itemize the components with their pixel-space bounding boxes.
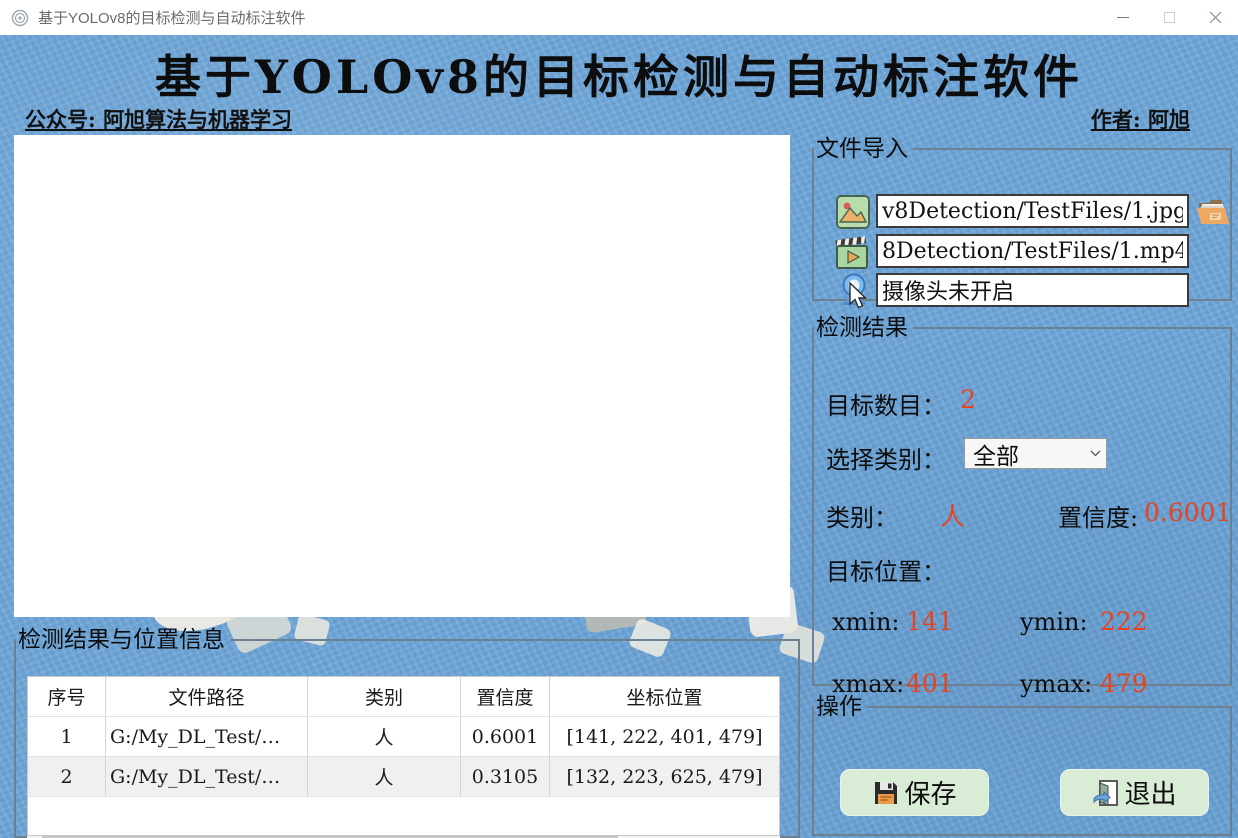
image-path-input[interactable] [876,194,1189,229]
minimize-icon [1117,17,1129,18]
ymin-label: ymin: [1020,608,1088,637]
cell-index: 1 [28,717,106,757]
save-icon [875,781,898,804]
ymin-value: 222 [1100,607,1148,637]
page-title: 基于YOLOv8的目标检测与自动标注软件 [154,50,1084,104]
cell-confidence: 0.3105 [461,757,550,797]
column-header[interactable]: 文件路径 [106,677,308,717]
column-header[interactable]: 置信度 [461,677,550,717]
table-row[interactable]: 2 G:/My_DL_Test/… 人 0.3105 [132, 223, 62… [28,757,779,798]
title-bar: 基于YOLOv8的目标检测与自动标注软件 [0,0,1238,35]
cell-confidence: 0.6001 [461,717,550,757]
results-table-title: 检测结果与位置信息 [18,627,225,653]
exit-button[interactable]: 退出 [1060,769,1209,817]
results-table-group: 检测结果与位置信息 序号 文件路径 类别 置信度 坐标位置 1 G:/My_DL… [14,628,800,838]
video-path-input[interactable] [876,234,1189,269]
maximize-icon [1163,12,1175,23]
file-import-title: 文件导入 [816,136,908,162]
save-button-label: 保存 [904,780,957,811]
class-selected-value: 全部 [973,443,1019,470]
class-value: 人 [940,502,966,532]
app-icon [11,9,29,26]
xmin-label: xmin: [832,608,900,637]
table-row[interactable]: 1 G:/My_DL_Test/… 人 0.6001 [141, 222, 40… [28,717,779,758]
column-header[interactable]: 类别 [308,677,461,717]
folder-icon [1197,200,1229,225]
ymax-value: 479 [1100,669,1148,699]
video-file-icon[interactable] [833,235,871,271]
table-header-row: 序号 文件路径 类别 置信度 坐标位置 [28,677,779,718]
cell-coordinates: [141, 222, 401, 479] [566,725,763,748]
target-count-value: 2 [960,385,976,415]
maximize-button[interactable] [1146,0,1192,35]
class-select-label: 选择类别： [826,446,946,475]
cell-filepath: G:/My_DL_Test/… [106,757,308,797]
official-account-link[interactable]: 公众号: 阿旭算法与机器学习 [25,104,292,134]
close-button[interactable] [1192,0,1238,35]
class-label: 类别： [826,504,898,533]
column-header[interactable]: 坐标位置 [550,677,779,716]
column-header[interactable]: 序号 [28,677,106,717]
cell-coordinates: [132, 223, 625, 479] [566,765,763,788]
exit-button-label: 退出 [1124,780,1177,811]
confidence-value: 0.6001 [1144,498,1232,528]
detection-results-title: 检测结果 [816,315,908,341]
target-count-label: 目标数目： [826,392,946,421]
exit-icon [1093,779,1119,806]
save-button[interactable]: 保存 [840,769,989,817]
mouse-cursor [849,282,868,309]
close-icon [1209,11,1221,24]
camera-status-input[interactable] [876,273,1189,308]
file-import-group: 文件导入 [812,136,1232,308]
operations-title: 操作 [816,694,862,720]
open-image-button[interactable] [1196,197,1230,229]
main-content: 基于YOLOv8的目标检测与自动标注软件 公众号: 阿旭算法与机器学习 作者: … [0,35,1238,838]
confidence-label: 置信度: [1058,504,1139,533]
cell-filepath: G:/My_DL_Test/… [106,717,308,757]
window-title: 基于YOLOv8的目标检测与自动标注软件 [38,10,306,27]
author-label: 作者: 阿旭 [1090,107,1190,132]
results-table: 序号 文件路径 类别 置信度 坐标位置 1 G:/My_DL_Test/… 人 … [27,676,780,837]
xmax-value: 401 [906,669,954,699]
chevron-down-icon [1084,450,1106,457]
ymax-label: ymax: [1020,670,1093,699]
xmin-value: 141 [906,607,954,637]
cell-index: 2 [28,757,106,797]
position-label: 目标位置： [826,558,946,587]
operations-group: 操作 保存 退出 [812,695,1232,836]
image-file-icon[interactable] [836,195,870,230]
cell-class: 人 [308,717,461,757]
image-display-area [14,135,790,617]
app-window: 基于YOLOv8的目标检测与自动标注软件 基于YOLOv8的目标检测与自动标注软… [0,0,1238,838]
minimize-button[interactable] [1100,0,1146,35]
class-select-dropdown[interactable]: 全部 [964,438,1107,470]
detection-results-group: 检测结果 目标数目： 2 选择类别： 全部 类别： 人 置信度: 0.6001 … [812,315,1232,698]
cell-class: 人 [308,757,461,797]
